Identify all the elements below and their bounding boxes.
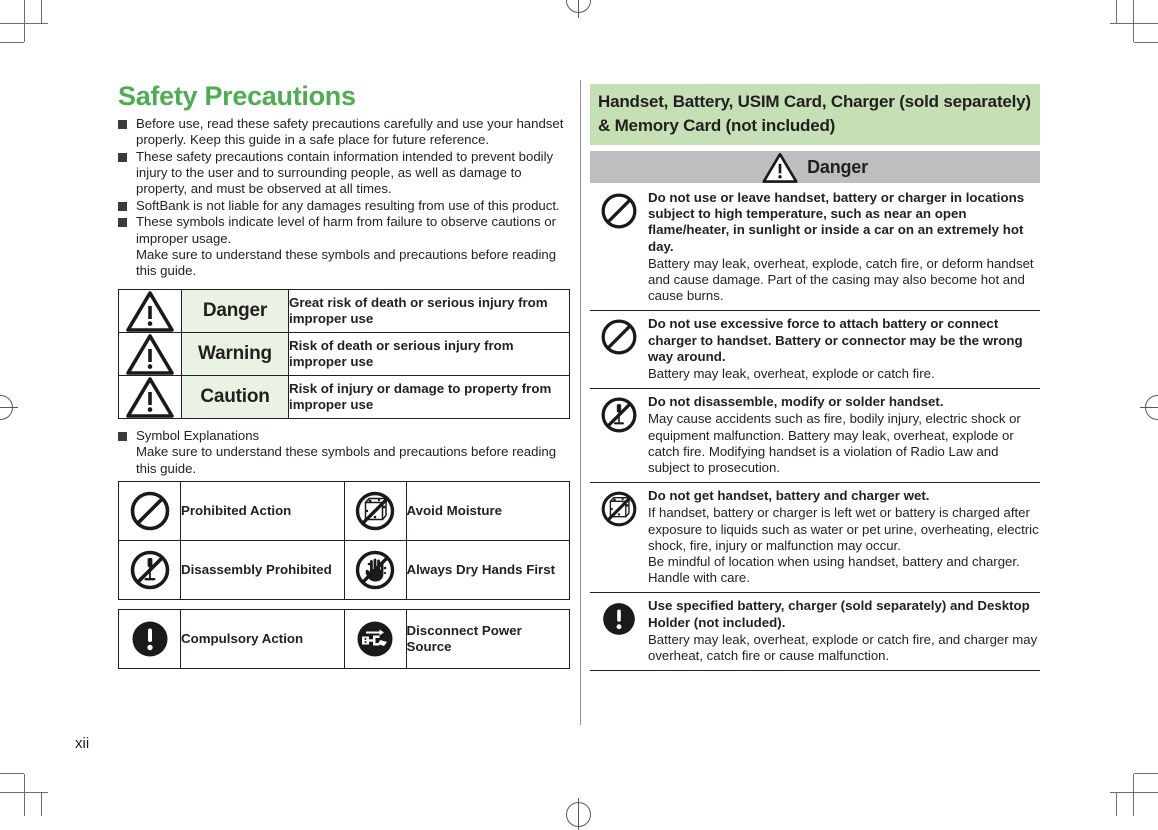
symbol-explanations-heading: Symbol Explanations Make sure to underst… <box>118 428 570 477</box>
entry-text: Battery may leak, overheat, explode, cat… <box>648 255 1034 304</box>
symbol-explanations-subtext: Make sure to understand these symbols an… <box>136 444 557 476</box>
symbol-explanations-title: Symbol Explanations <box>136 427 260 443</box>
right-column: Handset, Battery, USIM Card, Charger (so… <box>590 84 1040 672</box>
table-row: Prohibited Action Avoid Moisture <box>118 480 570 541</box>
level-description: Great risk of death or serious injury fr… <box>288 288 570 333</box>
bullet-square-icon <box>118 201 127 211</box>
warning-triangle-icon <box>118 331 182 376</box>
danger-entry-list: Do not use or leave handset, battery or … <box>590 183 1040 672</box>
entry-title: Do not use excessive force to attach bat… <box>648 316 1023 364</box>
bullet-square-icon <box>118 119 127 129</box>
entry-text: May cause accidents such as fire, bodily… <box>648 411 1021 476</box>
disconnect-power-icon <box>343 608 407 669</box>
disassembly-prohibited-icon <box>118 539 181 600</box>
entry-title: Do not disassemble, modify or solder han… <box>648 394 944 410</box>
symbol-label: Compulsory Action <box>180 608 345 669</box>
level-name: Caution <box>181 374 289 419</box>
bullet-square-icon <box>118 152 127 162</box>
entry-title: Use specified battery, charger (sold sep… <box>648 598 1030 630</box>
prohibited-icon <box>590 316 648 382</box>
prohibited-icon <box>590 190 648 304</box>
level-name: Warning <box>181 331 289 376</box>
section-header: Handset, Battery, USIM Card, Charger (so… <box>590 84 1040 145</box>
harm-level-table: Danger Great risk of death or serious in… <box>118 288 570 419</box>
list-item: SoftBank is not liable for any damages r… <box>118 198 570 214</box>
symbol-label: Disconnect Power Source <box>405 608 570 669</box>
warning-triangle-icon <box>118 374 182 419</box>
table-row: Disassembly Prohibited Always Dry Hands … <box>118 539 570 600</box>
list-item-text: These safety precautions contain informa… <box>136 148 554 197</box>
level-name: Danger <box>181 288 289 333</box>
wet-hands-prohibited-icon <box>343 539 407 600</box>
list-item: Do not use or leave handset, battery or … <box>590 183 1040 310</box>
compulsory-action-icon <box>590 598 648 664</box>
list-item: Do not use excessive force to attach bat… <box>590 310 1040 388</box>
table-row: Caution Risk of injury or damage to prop… <box>118 374 570 419</box>
table-row: Compulsory Action Disconnect Power Sourc… <box>118 608 570 669</box>
warning-triangle-icon <box>762 152 798 183</box>
entry-text: Battery may leak, overheat, explode or c… <box>648 631 1038 664</box>
danger-banner-label: Danger <box>807 156 868 177</box>
danger-banner: Danger <box>590 151 1040 183</box>
list-item: Before use, read these safety precaution… <box>118 116 570 149</box>
symbol-table-compulsory: Compulsory Action Disconnect Power Sourc… <box>118 608 570 669</box>
left-column: Safety Precautions Before use, read thes… <box>118 81 570 669</box>
entry-text: Battery may leak, overheat, explode or c… <box>648 366 935 382</box>
list-item: Do not get handset, battery and charger … <box>590 482 1040 592</box>
list-item-text: SoftBank is not liable for any damages r… <box>136 197 560 213</box>
page-content: Safety Precautions Before use, read thes… <box>0 0 1158 816</box>
column-divider <box>580 80 581 725</box>
bullet-square-icon <box>118 431 127 441</box>
list-item-subtext: Make sure to understand these symbols an… <box>136 246 557 279</box>
entry-title: Do not use or leave handset, battery or … <box>648 190 1025 254</box>
entry-text-secondary: Be mindful of location when using handse… <box>648 554 1020 586</box>
intro-bullet-list: Before use, read these safety precaution… <box>118 116 570 280</box>
bullet-square-icon <box>118 218 127 228</box>
symbol-label: Avoid Moisture <box>405 480 570 541</box>
entry-bottom-rule <box>590 670 1040 672</box>
prohibited-icon <box>118 480 181 541</box>
avoid-moisture-icon <box>590 488 648 586</box>
list-item: Do not disassemble, modify or solder han… <box>590 388 1040 482</box>
table-row: Danger Great risk of death or serious in… <box>118 288 570 333</box>
table-row: Warning Risk of death or serious injury … <box>118 331 570 376</box>
disassembly-prohibited-icon <box>590 394 648 476</box>
entry-title: Do not get handset, battery and charger … <box>648 488 930 504</box>
symbol-table-prohibitions: Prohibited Action Avoid Moisture Disasse… <box>118 480 570 600</box>
avoid-moisture-icon <box>343 480 407 541</box>
page-number: xii <box>75 735 90 752</box>
entry-text: If handset, battery or charger is left w… <box>648 505 1039 553</box>
compulsory-action-icon <box>118 608 181 669</box>
list-item: These symbols indicate level of harm fro… <box>118 214 570 280</box>
symbol-label: Always Dry Hands First <box>405 539 570 600</box>
page-title: Safety Precautions <box>118 81 356 111</box>
symbol-label: Disassembly Prohibited <box>180 539 345 600</box>
symbol-label: Prohibited Action <box>180 480 345 541</box>
list-item: Use specified battery, charger (sold sep… <box>590 592 1040 670</box>
warning-triangle-icon <box>118 288 182 333</box>
list-item: These safety precautions contain informa… <box>118 149 570 198</box>
list-item-text: These symbols indicate level of harm fro… <box>136 214 556 246</box>
level-description: Risk of injury or damage to property fro… <box>288 374 570 419</box>
level-description: Risk of death or serious injury from imp… <box>288 331 570 376</box>
list-item-text: Before use, read these safety precaution… <box>136 115 564 148</box>
